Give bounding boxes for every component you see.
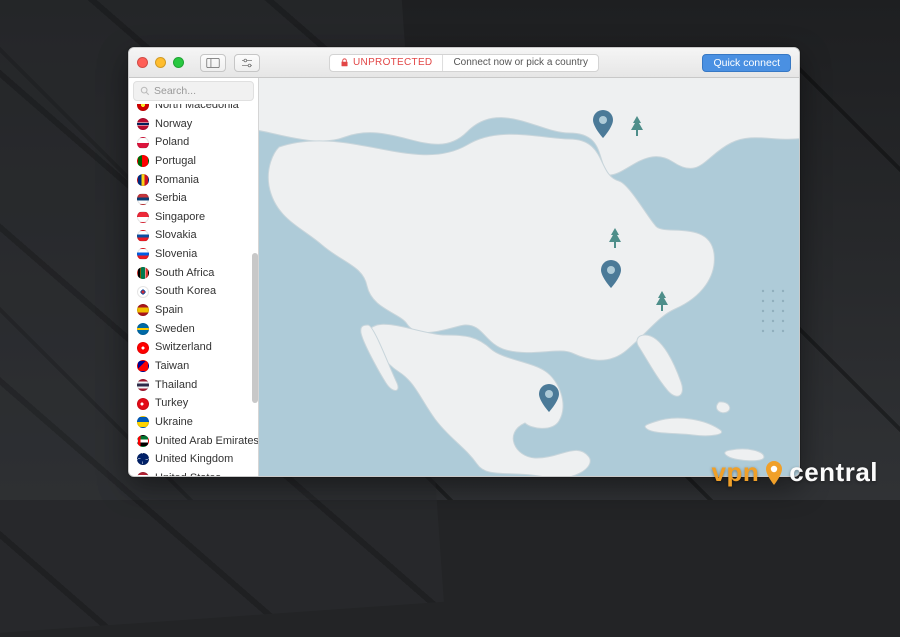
flag-icon-pl — [137, 137, 149, 149]
country-label: Singapore — [155, 211, 205, 224]
country-label: Turkey — [155, 397, 188, 410]
flag-icon-ro — [137, 174, 149, 186]
country-item-mk[interactable]: North Macedonia — [129, 104, 258, 115]
country-item-pt[interactable]: Portugal — [129, 152, 258, 171]
flag-icon-tw — [137, 360, 149, 372]
scrollbar-thumb[interactable] — [252, 253, 258, 403]
map-pin-mexico[interactable] — [538, 384, 560, 412]
country-item-sg[interactable]: Singapore — [129, 208, 258, 227]
country-item-es[interactable]: Spain — [129, 301, 258, 320]
tree-icon — [654, 291, 670, 313]
flag-icon-ua — [137, 416, 149, 428]
pin-logo-icon — [765, 461, 783, 485]
status-unprotected: UNPROTECTED — [330, 57, 442, 68]
tree-icon — [607, 228, 623, 250]
country-item-ae[interactable]: United Arab Emirates — [129, 432, 258, 451]
country-item-pl[interactable]: Poland — [129, 133, 258, 152]
country-item-rs[interactable]: Serbia — [129, 189, 258, 208]
flag-icon-si — [137, 248, 149, 260]
status-label: UNPROTECTED — [353, 57, 432, 68]
map-pin-usa[interactable] — [600, 260, 622, 288]
toolbar-view-buttons — [196, 54, 260, 72]
sliders-icon — [240, 58, 254, 68]
watermark-brand-a: vpn — [712, 457, 760, 488]
country-label: Slovakia — [155, 229, 197, 242]
status-message: Connect now or pick a country — [443, 57, 598, 68]
vpn-app-window: UNPROTECTED Connect now or pick a countr… — [128, 47, 800, 477]
flag-icon-es — [137, 304, 149, 316]
country-item-th[interactable]: Thailand — [129, 376, 258, 395]
country-label: South Korea — [155, 285, 216, 298]
country-label: United Arab Emirates — [155, 435, 258, 448]
country-label: United States — [155, 472, 221, 476]
sidebar-icon — [206, 58, 220, 68]
flag-icon-tr — [137, 398, 149, 410]
window-titlebar: UNPROTECTED Connect now or pick a countr… — [129, 48, 799, 78]
maximize-window-button[interactable] — [173, 57, 184, 68]
country-item-ch[interactable]: Switzerland — [129, 338, 258, 357]
sidebar-toggle-button[interactable] — [200, 54, 226, 72]
country-label: South Africa — [155, 267, 214, 280]
lock-icon — [340, 58, 349, 67]
country-label: United Kingdom — [155, 453, 233, 466]
country-label: North Macedonia — [155, 104, 239, 112]
country-label: Portugal — [155, 155, 196, 168]
flag-icon-no — [137, 118, 149, 130]
map-svg — [259, 78, 799, 476]
country-label: Switzerland — [155, 341, 212, 354]
country-item-si[interactable]: Slovenia — [129, 245, 258, 264]
search-icon — [140, 86, 150, 96]
watermark-vpncentral: vpn central — [712, 457, 879, 488]
country-label: Romania — [155, 174, 199, 187]
country-item-ua[interactable]: Ukraine — [129, 413, 258, 432]
country-item-tw[interactable]: Taiwan — [129, 357, 258, 376]
country-list[interactable]: North Macedonia Norway Poland Portugal Roman… — [129, 104, 258, 476]
flag-icon-ch — [137, 342, 149, 354]
decoration-dots — [757, 285, 793, 345]
country-label: Serbia — [155, 192, 187, 205]
settings-toggle-button[interactable] — [234, 54, 260, 72]
minimize-window-button[interactable] — [155, 57, 166, 68]
country-label: Slovenia — [155, 248, 197, 261]
country-item-no[interactable]: Norway — [129, 115, 258, 134]
country-label: Taiwan — [155, 360, 189, 373]
flag-icon-sk — [137, 230, 149, 242]
flag-icon-mk — [137, 104, 149, 111]
map-pin-canada[interactable] — [592, 110, 614, 138]
country-sidebar: Search... North Macedonia Norway Poland Por… — [129, 78, 259, 476]
flag-icon-rs — [137, 193, 149, 205]
connection-status-pill[interactable]: UNPROTECTED Connect now or pick a countr… — [329, 54, 599, 72]
country-label: Ukraine — [155, 416, 193, 429]
country-item-se[interactable]: Sweden — [129, 320, 258, 339]
flag-icon-gb — [137, 453, 149, 465]
flag-icon-sg — [137, 211, 149, 223]
country-item-tr[interactable]: Turkey — [129, 394, 258, 413]
country-label: Sweden — [155, 323, 195, 336]
country-item-kr[interactable]: South Korea — [129, 282, 258, 301]
traffic-lights — [137, 57, 184, 68]
search-placeholder: Search... — [154, 85, 196, 97]
search-input[interactable]: Search... — [133, 81, 254, 101]
country-label: Poland — [155, 136, 189, 149]
country-label: Spain — [155, 304, 183, 317]
country-item-gb[interactable]: United Kingdom — [129, 450, 258, 469]
flag-icon-za — [137, 267, 149, 279]
country-item-ro[interactable]: Romania — [129, 171, 258, 190]
country-item-us[interactable]: United States — [129, 469, 258, 476]
country-item-za[interactable]: South Africa — [129, 264, 258, 283]
country-label: Norway — [155, 118, 192, 131]
country-label: Thailand — [155, 379, 197, 392]
flag-icon-kr — [137, 286, 149, 298]
flag-icon-se — [137, 323, 149, 335]
quick-connect-button[interactable]: Quick connect — [702, 54, 791, 72]
flag-icon-th — [137, 379, 149, 391]
close-window-button[interactable] — [137, 57, 148, 68]
tree-icon — [629, 116, 645, 138]
map-view[interactable] — [259, 78, 799, 476]
flag-icon-ae — [137, 435, 149, 447]
flag-icon-us — [137, 472, 149, 476]
country-item-sk[interactable]: Slovakia — [129, 226, 258, 245]
watermark-brand-b: central — [789, 457, 878, 488]
flag-icon-pt — [137, 155, 149, 167]
